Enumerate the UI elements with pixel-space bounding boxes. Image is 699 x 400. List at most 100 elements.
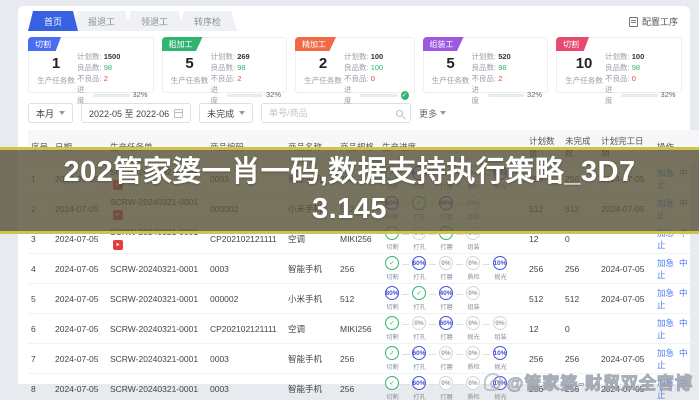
bad-value: 2	[237, 73, 242, 83]
process-step: 60% 打孔	[409, 376, 429, 400]
step-status-circle[interactable]: 0%	[466, 376, 480, 390]
search-input[interactable]	[269, 108, 390, 118]
plan-label: 计划数:	[471, 52, 497, 61]
tab-report-rework[interactable]: 报退工	[72, 11, 132, 31]
step-status-circle[interactable]: ✓	[385, 376, 399, 390]
task-count-label: 生产任务数	[304, 76, 342, 85]
step-status-circle[interactable]: 60%	[439, 316, 453, 330]
chevron-down-icon	[59, 111, 66, 115]
good-value: 98	[237, 62, 246, 72]
step-status-circle[interactable]: 10%	[493, 346, 507, 360]
progress-bar	[360, 94, 398, 97]
step-status-circle[interactable]: 0%	[439, 376, 453, 390]
cell-date: 2024-07-05	[52, 253, 107, 284]
step-status-circle[interactable]: 60%	[412, 346, 426, 360]
step-label: 抛光	[493, 274, 507, 281]
chevron-down-icon	[239, 111, 246, 115]
process-step: 80% 切割	[382, 286, 402, 311]
expedite-link[interactable]: 加急	[657, 348, 674, 358]
step-status-circle[interactable]: 0%	[466, 346, 480, 360]
step-status-circle[interactable]: 0%	[412, 316, 426, 330]
process-step: 0% 打磨	[436, 376, 456, 400]
step-status-circle[interactable]: 0%	[466, 286, 480, 300]
step-status-circle[interactable]: 60%	[412, 376, 426, 390]
step-label: 质检	[466, 274, 480, 281]
step-status-circle[interactable]: 60%	[412, 256, 426, 270]
cell-order: SCRW-20240321-0001	[107, 313, 207, 344]
step-label: 打磨	[439, 364, 453, 371]
step-status-circle[interactable]: 40%	[439, 286, 453, 300]
process-step: ✓ 切割	[382, 346, 402, 371]
cell-product-name: 智能手机	[285, 253, 337, 284]
bad-label: 不良品:	[471, 73, 497, 83]
step-label: 打磨	[439, 304, 453, 311]
step-connector	[483, 324, 490, 325]
cell-no: 6	[28, 313, 52, 344]
step-label: 打磨	[439, 274, 453, 281]
cell-date: 2024-07-05	[52, 343, 107, 374]
expedite-link[interactable]: 加急	[657, 288, 674, 298]
card-cutting-2[interactable]: 切割 10 生产任务数 计划数: 100 良品数: 98 不良品: 0 进度 ✓…	[556, 37, 682, 105]
cell-code: CP202102121111	[207, 313, 285, 344]
progress-bar	[487, 94, 525, 97]
chevron-down-icon	[440, 111, 447, 115]
process-step: ✓ 打孔	[409, 286, 429, 311]
step-label: 组装	[493, 334, 507, 341]
plan-label: 计划数:	[77, 52, 102, 61]
step-label: 打磨	[439, 244, 453, 251]
card-cutting[interactable]: 切割 1 生产任务数 计划数: 1500 良品数: 98 不良品: 2 进度 ✓…	[28, 37, 154, 105]
process-step: 10% 抛光	[490, 256, 510, 281]
cell-progress: ✓ 切割 60% 打孔 0% 打磨 0% 质检 10% 抛光	[379, 253, 526, 284]
card-fine-machining[interactable]: 精加工 2 生产任务数 计划数: 100 良品数: 100 不良品: 0 进度 …	[295, 37, 415, 105]
tab-home[interactable]: 首页	[28, 11, 79, 31]
process-step: 0% 组装	[463, 286, 483, 311]
bad-value: 2	[103, 73, 108, 83]
period-select[interactable]: 本月	[28, 103, 74, 123]
step-label: 打孔	[412, 244, 426, 251]
process-step: 0% 打磨	[436, 256, 456, 281]
more-filters-link[interactable]: 更多	[419, 107, 447, 120]
process-step: 0% 质检	[463, 256, 483, 281]
table-row: 4 2024-07-05 SCRW-20240321-0001 0003 智能手机 256…	[28, 253, 699, 284]
tab-pick-return[interactable]: 领退工	[125, 11, 185, 31]
task-count-label: 生产任务数	[170, 76, 209, 85]
step-status-circle[interactable]: 0%	[466, 256, 480, 270]
expedite-link[interactable]: 加急	[657, 258, 674, 268]
step-status-circle[interactable]: 0%	[493, 316, 507, 330]
cell-actions: 加急中止	[654, 313, 699, 344]
step-connector	[483, 354, 490, 355]
step-status-circle[interactable]: 80%	[385, 286, 399, 300]
cell-code: 000002	[207, 283, 285, 314]
step-status-circle[interactable]: 10%	[493, 256, 507, 270]
step-connector	[483, 264, 490, 265]
cell-spec: 512	[337, 283, 379, 314]
tab-transfer-check[interactable]: 转序检	[178, 11, 238, 31]
cell-actions: 加急中止	[654, 253, 699, 284]
task-count-label: 生产任务数	[37, 76, 75, 85]
progress-percent: 32%	[132, 90, 148, 100]
promo-overlay-banner: 202管家婆一肖一码,数据支持执行策略_3D7 3.145	[0, 147, 699, 234]
table-row: 5 2024-07-05 SCRW-20240321-0001 000002 小米手机 5…	[28, 283, 699, 314]
process-step: 60% 打磨	[436, 316, 456, 341]
step-connector	[402, 354, 409, 355]
step-status-circle[interactable]: ✓	[385, 316, 399, 330]
cell-order: SCRW-20240321-0001	[107, 343, 207, 374]
configure-process-link[interactable]: 配置工序	[628, 15, 678, 28]
step-label: 切割	[385, 334, 399, 341]
cell-no: 8	[28, 373, 52, 400]
step-status-circle[interactable]: 0%	[439, 346, 453, 360]
step-status-circle[interactable]: ✓	[412, 286, 426, 300]
step-status-circle[interactable]: 0%	[466, 316, 480, 330]
plan-label: 计划数:	[210, 52, 236, 61]
card-rough-machining[interactable]: 粗加工 5 生产任务数 计划数: 269 良品数: 98 不良品: 2 进度 ✓…	[161, 37, 288, 105]
step-status-circle[interactable]: ✓	[385, 346, 399, 360]
card-assembly[interactable]: 组装工 5 生产任务数 计划数: 520 良品数: 98 不良品: 2 进度 ✓…	[422, 37, 549, 105]
search-icon[interactable]	[396, 109, 404, 117]
expedite-link[interactable]: 加急	[657, 318, 674, 328]
cell-product-name: 智能手机	[285, 373, 337, 400]
weibo-icon	[483, 372, 502, 391]
task-count: 5	[446, 55, 455, 72]
step-connector	[456, 384, 463, 385]
step-status-circle[interactable]: 0%	[439, 256, 453, 270]
step-status-circle[interactable]: ✓	[385, 256, 399, 270]
